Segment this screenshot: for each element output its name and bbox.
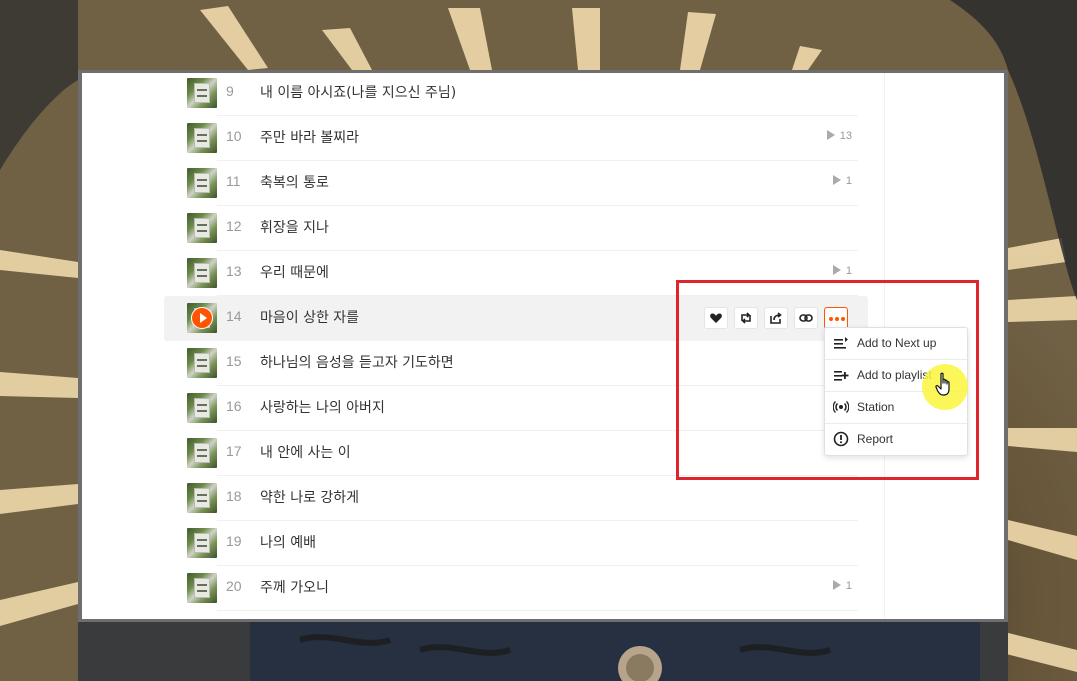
track-title[interactable]: 하나님의 음성을 듣고자 기도하면 bbox=[260, 352, 454, 372]
track-artwork[interactable] bbox=[187, 303, 217, 333]
track-artwork[interactable] bbox=[187, 78, 217, 108]
play-count: 1 bbox=[832, 175, 852, 187]
play-count-value: 13 bbox=[839, 130, 852, 142]
track-artwork[interactable] bbox=[187, 123, 217, 153]
play-count-value: 1 bbox=[845, 580, 852, 592]
track-title[interactable]: 내 이름 아시죠(나를 지으신 주님) bbox=[260, 82, 456, 102]
play-count-value: 1 bbox=[845, 265, 852, 277]
track-number: 17 bbox=[226, 443, 242, 459]
play-icon[interactable] bbox=[191, 307, 213, 329]
track-title[interactable]: 주께 가오니 bbox=[260, 577, 329, 597]
track-row[interactable]: 11 축복의 통로 1 bbox=[174, 161, 858, 206]
track-title[interactable]: 우리 때문에 bbox=[260, 262, 329, 282]
play-count-value: 1 bbox=[845, 175, 852, 187]
track-row[interactable]: 18 약한 나로 강하게 bbox=[174, 476, 858, 521]
track-artwork[interactable] bbox=[187, 483, 217, 513]
track-number: 14 bbox=[226, 308, 242, 324]
track-title[interactable]: 내 안에 사는 이 bbox=[260, 442, 351, 462]
track-artwork[interactable] bbox=[187, 573, 217, 603]
play-count-icon bbox=[826, 130, 835, 140]
track-row[interactable]: 19 나의 예배 bbox=[174, 521, 858, 566]
play-count: 1 bbox=[832, 265, 852, 277]
track-artwork[interactable] bbox=[187, 438, 217, 468]
track-title[interactable]: 마음이 상한 자를 bbox=[260, 307, 359, 327]
track-number: 13 bbox=[226, 263, 242, 279]
track-row[interactable]: 12 휘장을 지나 bbox=[174, 206, 858, 251]
track-row[interactable]: 9 내 이름 아시죠(나를 지으신 주님) bbox=[174, 73, 858, 116]
track-row[interactable]: 20 주께 가오니 1 bbox=[174, 566, 858, 611]
track-number: 12 bbox=[226, 218, 242, 234]
track-artwork[interactable] bbox=[187, 213, 217, 243]
track-number: 16 bbox=[226, 398, 242, 414]
track-artwork[interactable] bbox=[187, 393, 217, 423]
track-number: 9 bbox=[226, 83, 234, 99]
play-count-icon bbox=[832, 580, 841, 590]
track-number: 10 bbox=[226, 128, 242, 144]
play-count: 1 bbox=[832, 580, 852, 592]
track-row[interactable]: 10 주만 바라 볼찌라 13 bbox=[174, 116, 858, 161]
hand-cursor-icon bbox=[935, 372, 950, 396]
track-artwork[interactable] bbox=[187, 168, 217, 198]
track-title[interactable]: 사랑하는 나의 아버지 bbox=[260, 397, 385, 417]
track-artwork[interactable] bbox=[187, 258, 217, 288]
play-count: 13 bbox=[826, 130, 852, 142]
track-artwork[interactable] bbox=[187, 528, 217, 558]
track-title[interactable]: 나의 예배 bbox=[260, 532, 316, 552]
play-count-icon bbox=[832, 175, 841, 185]
track-title[interactable]: 주만 바라 볼찌라 bbox=[260, 127, 359, 147]
track-number: 15 bbox=[226, 353, 242, 369]
track-number: 20 bbox=[226, 578, 242, 594]
track-number: 18 bbox=[226, 488, 242, 504]
track-artwork[interactable] bbox=[187, 348, 217, 378]
track-title[interactable]: 휘장을 지나 bbox=[260, 217, 329, 237]
track-number: 11 bbox=[226, 173, 241, 189]
track-number: 19 bbox=[226, 533, 242, 549]
track-title[interactable]: 축복의 통로 bbox=[260, 172, 329, 192]
row-divider bbox=[217, 610, 858, 611]
track-title[interactable]: 약한 나로 강하게 bbox=[260, 487, 359, 507]
play-count-icon bbox=[832, 265, 841, 275]
